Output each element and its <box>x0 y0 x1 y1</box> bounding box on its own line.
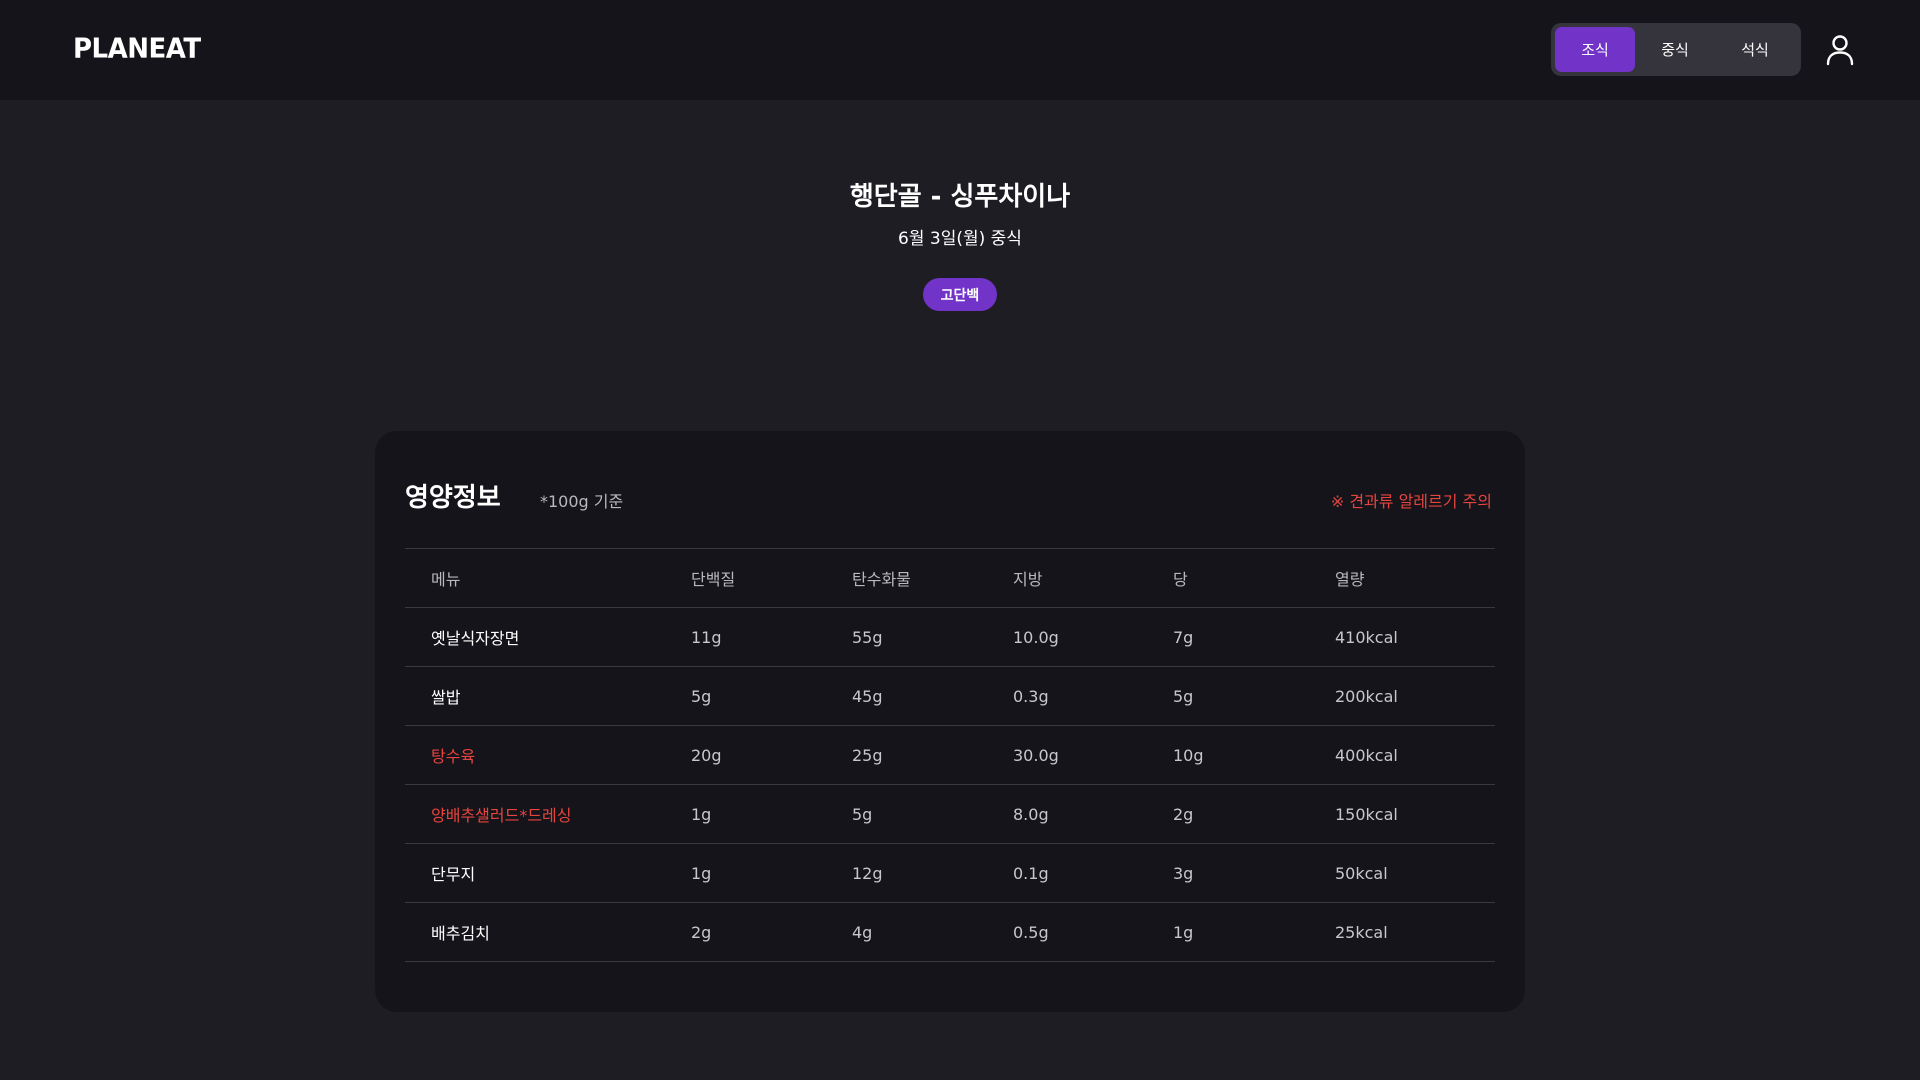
fat-value: 0.5g <box>1013 922 1049 942</box>
kcal-value: 400kcal <box>1335 745 1398 765</box>
allergy-warning: ※ 견과류 알레르기 주의 <box>1330 492 1492 511</box>
column-header-protein: 단백질 <box>691 570 736 589</box>
sugar-value: 1g <box>1173 922 1194 942</box>
meal-date: 6월 3일(월) 중식 <box>898 229 1022 249</box>
sugar-value: 7g <box>1173 627 1194 647</box>
table-row: 양배추샐러드*드레싱 1g 5g 8.0g 2g 150kcal <box>405 785 1495 844</box>
menu-name: 탕수육 <box>431 747 476 766</box>
restaurant-title: 행단골 - 싱푸차이나 <box>849 182 1071 212</box>
protein-value: 1g <box>691 804 712 824</box>
fat-value: 10.0g <box>1013 627 1059 647</box>
sugar-value: 2g <box>1173 804 1194 824</box>
fat-value: 30.0g <box>1013 745 1059 765</box>
table-row: 옛날식자장면 11g 55g 10.0g 7g 410kcal <box>405 608 1495 667</box>
menu-name: 옛날식자장면 <box>431 629 520 648</box>
app-logo[interactable]: PLANEAT <box>73 33 201 65</box>
carb-value: 45g <box>852 686 883 706</box>
kcal-value: 410kcal <box>1335 627 1398 647</box>
top-navigation-bar: PLANEAT 조식 중식 석식 <box>0 0 1920 100</box>
column-header-fat: 지방 <box>1013 570 1043 589</box>
protein-value: 2g <box>691 922 712 942</box>
fat-value: 0.1g <box>1013 863 1049 883</box>
nutrition-table: 메뉴 단백질 탄수화물 지방 당 열량 옛날식자장면 11g 55g 10.0g… <box>405 548 1495 962</box>
kcal-value: 200kcal <box>1335 686 1398 706</box>
menu-name: 배추김치 <box>431 924 490 943</box>
nutrition-card: 영양정보 *100g 기준 ※ 견과류 알레르기 주의 메뉴 단백질 탄수화물 … <box>375 431 1525 1012</box>
carb-value: 5g <box>852 804 873 824</box>
column-header-kcal: 열량 <box>1335 570 1365 589</box>
menu-name: 양배추샐러드*드레싱 <box>431 806 572 825</box>
nutrition-basis: *100g 기준 <box>540 492 624 511</box>
column-header-sugar: 당 <box>1173 570 1188 589</box>
meal-tab-breakfast[interactable]: 조식 <box>1555 27 1635 72</box>
menu-name: 쌀밥 <box>431 688 461 707</box>
protein-value: 5g <box>691 686 712 706</box>
diet-tag-badge: 고단백 <box>923 278 997 311</box>
sugar-value: 5g <box>1173 686 1194 706</box>
table-header-row: 메뉴 단백질 탄수화물 지방 당 열량 <box>405 549 1495 608</box>
table-row: 단무지 1g 12g 0.1g 3g 50kcal <box>405 844 1495 903</box>
carb-value: 4g <box>852 922 873 942</box>
sugar-value: 10g <box>1173 745 1204 765</box>
kcal-value: 150kcal <box>1335 804 1398 824</box>
fat-value: 0.3g <box>1013 686 1049 706</box>
sugar-value: 3g <box>1173 863 1194 883</box>
column-header-carb: 탄수화물 <box>852 570 911 589</box>
menu-name: 단무지 <box>431 865 476 884</box>
fat-value: 8.0g <box>1013 804 1049 824</box>
carb-value: 12g <box>852 863 883 883</box>
table-row: 배추김치 2g 4g 0.5g 1g 25kcal <box>405 903 1495 962</box>
table-row: 탕수육 20g 25g 30.0g 10g 400kcal <box>405 726 1495 785</box>
protein-value: 1g <box>691 863 712 883</box>
table-row: 쌀밥 5g 45g 0.3g 5g 200kcal <box>405 667 1495 726</box>
meal-tab-dinner[interactable]: 석식 <box>1715 27 1795 72</box>
column-header-menu: 메뉴 <box>431 570 461 589</box>
meal-time-toggle: 조식 중식 석식 <box>1551 23 1801 76</box>
user-icon[interactable] <box>1824 33 1856 67</box>
kcal-value: 25kcal <box>1335 922 1388 942</box>
protein-value: 20g <box>691 745 722 765</box>
meal-tab-lunch[interactable]: 중식 <box>1635 27 1715 72</box>
protein-value: 11g <box>691 627 722 647</box>
carb-value: 55g <box>852 627 883 647</box>
nutrition-title: 영양정보 <box>405 483 501 513</box>
kcal-value: 50kcal <box>1335 863 1388 883</box>
carb-value: 25g <box>852 745 883 765</box>
